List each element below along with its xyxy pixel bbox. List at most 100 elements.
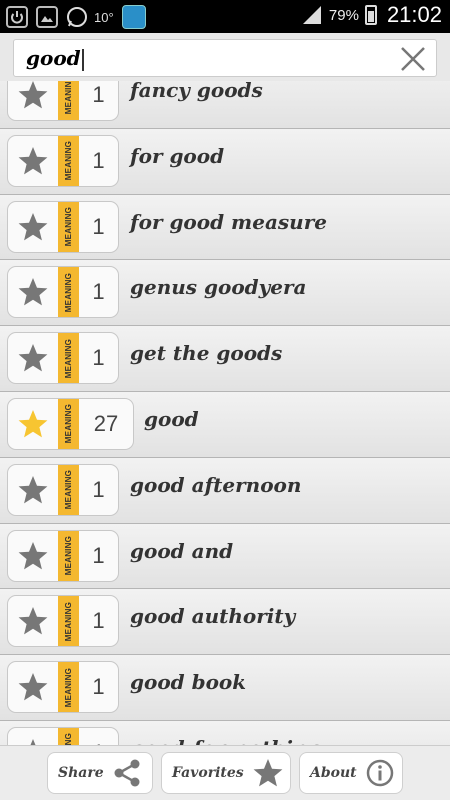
result-row[interactable]: MEANING1 good-for-nothing bbox=[0, 720, 450, 745]
meaning-tag-label: MEANING bbox=[64, 667, 73, 707]
meaning-tag: MEANING bbox=[58, 201, 79, 252]
meaning-tag-label: MEANING bbox=[64, 733, 73, 745]
result-badge: MEANING 1 bbox=[7, 529, 119, 582]
whatsapp-icon bbox=[66, 6, 88, 28]
result-row[interactable]: MEANING 1 genus goodyera bbox=[0, 260, 450, 327]
meaning-tag: MEANING bbox=[58, 662, 79, 713]
star-icon[interactable] bbox=[8, 661, 58, 713]
result-term[interactable]: get the goods bbox=[130, 341, 282, 365]
result-term[interactable]: good afternoon bbox=[130, 473, 301, 497]
result-badge: MEANING 27 bbox=[7, 397, 134, 450]
battery-icon bbox=[364, 5, 377, 25]
clear-search-icon[interactable] bbox=[398, 44, 428, 74]
meaning-tag: MEANING bbox=[58, 81, 79, 120]
share-label: Share bbox=[58, 765, 104, 781]
meaning-count: 1 bbox=[92, 213, 105, 239]
meaning-tag: MEANING bbox=[58, 727, 79, 745]
result-term[interactable]: good and bbox=[130, 539, 233, 563]
meaning-count: 1 bbox=[92, 147, 105, 173]
image-icon bbox=[36, 6, 58, 28]
meaning-count: 1 bbox=[92, 82, 105, 107]
favorite-star-icon[interactable] bbox=[8, 398, 58, 450]
text-caret bbox=[81, 48, 84, 71]
star-icon[interactable] bbox=[8, 135, 58, 187]
meaning-tag: MEANING bbox=[58, 530, 79, 581]
meaning-tag-label: MEANING bbox=[64, 338, 73, 378]
result-row[interactable]: MEANING 1 good authority bbox=[0, 589, 450, 656]
meaning-tag: MEANING bbox=[58, 135, 79, 186]
result-badge: MEANING1 bbox=[7, 726, 119, 745]
meaning-tag-label: MEANING bbox=[64, 601, 73, 641]
star-icon[interactable] bbox=[8, 266, 58, 318]
result-term[interactable]: good bbox=[144, 407, 199, 431]
about-button[interactable]: About bbox=[299, 752, 403, 794]
meaning-tag-label: MEANING bbox=[64, 141, 73, 181]
meaning-tag-label: MEANING bbox=[64, 81, 73, 115]
meaning-tag-label: MEANING bbox=[64, 404, 73, 444]
result-term[interactable]: fancy goods bbox=[130, 81, 263, 102]
result-row[interactable]: MEANING 27 good bbox=[0, 391, 450, 458]
meaning-count: 1 bbox=[92, 674, 105, 700]
search-query[interactable]: good bbox=[26, 46, 84, 71]
star-icon[interactable] bbox=[8, 81, 58, 121]
result-row[interactable]: MEANING 1 for good measure bbox=[0, 194, 450, 261]
search-bar: good bbox=[0, 33, 450, 81]
app-notification-icon bbox=[121, 5, 146, 29]
results-list[interactable]: MEANING 1 fancy goods MEANING 1 for good MEANI… bbox=[0, 81, 450, 745]
star-icon bbox=[253, 759, 283, 787]
result-row[interactable]: MEANING 1 get the goods bbox=[0, 326, 450, 392]
result-term[interactable]: good book bbox=[130, 670, 246, 694]
result-badge: MEANING 1 bbox=[7, 81, 119, 121]
bottom-bar: Share Favorites About bbox=[0, 745, 450, 800]
star-icon[interactable] bbox=[8, 595, 58, 647]
result-term[interactable]: for good bbox=[130, 144, 224, 168]
result-badge: MEANING 1 bbox=[7, 200, 119, 253]
result-term[interactable]: genus goodyera bbox=[130, 275, 307, 299]
meaning-tag: MEANING bbox=[58, 267, 79, 318]
results-list-inner: MEANING 1 fancy goods MEANING 1 for good MEANI… bbox=[0, 81, 450, 745]
result-badge: MEANING 1 bbox=[7, 463, 119, 516]
meaning-tag-label: MEANING bbox=[64, 272, 73, 312]
battery-percent: 79% bbox=[328, 6, 359, 24]
meaning-count: 1 bbox=[92, 279, 105, 305]
result-term[interactable]: good-for-nothing bbox=[130, 736, 322, 745]
meaning-count: 27 bbox=[93, 410, 119, 436]
meaning-count: 1 bbox=[92, 542, 105, 568]
result-row[interactable]: MEANING 1 fancy goods bbox=[0, 81, 450, 129]
clock: 21:02 bbox=[386, 2, 442, 27]
status-bar: 10° 79% 21:02 bbox=[0, 0, 450, 33]
result-badge: MEANING1 bbox=[7, 595, 119, 648]
star-icon[interactable] bbox=[8, 332, 58, 384]
result-badge: MEANING 1 bbox=[7, 332, 119, 385]
result-term[interactable]: for good measure bbox=[130, 210, 327, 234]
meaning-tag-label: MEANING bbox=[64, 207, 73, 247]
meaning-tag: MEANING bbox=[58, 398, 79, 449]
result-row[interactable]: MEANING 1 good and bbox=[0, 523, 450, 590]
meaning-tag: MEANING bbox=[58, 464, 79, 515]
favorites-button[interactable]: Favorites bbox=[161, 752, 291, 794]
star-icon[interactable] bbox=[8, 464, 58, 516]
star-icon[interactable] bbox=[8, 727, 58, 745]
meaning-tag-label: MEANING bbox=[64, 535, 73, 576]
result-badge: MEANING 1 bbox=[7, 266, 119, 319]
favorites-label: Favorites bbox=[172, 765, 244, 781]
share-icon bbox=[114, 759, 140, 787]
share-button[interactable]: Share bbox=[47, 752, 153, 794]
result-row[interactable]: MEANING 1 good book bbox=[0, 655, 450, 721]
result-badge: MEANING 1 bbox=[7, 661, 119, 714]
search-input[interactable]: good bbox=[13, 39, 437, 77]
star-icon[interactable] bbox=[8, 530, 58, 582]
meaning-tag: MEANING bbox=[58, 333, 79, 384]
result-term[interactable]: good authority bbox=[130, 604, 295, 628]
meaning-tag: MEANING bbox=[58, 596, 79, 647]
power-icon bbox=[6, 6, 28, 28]
result-row[interactable]: MEANING 1 for good bbox=[0, 128, 450, 195]
result-row[interactable]: MEANING 1 good afternoon bbox=[0, 457, 450, 524]
result-badge: MEANING 1 bbox=[7, 134, 119, 187]
signal-icon bbox=[302, 6, 321, 24]
about-label: About bbox=[310, 765, 357, 781]
meaning-count: 1 bbox=[92, 345, 105, 371]
meaning-count: 1 bbox=[92, 476, 105, 502]
star-icon[interactable] bbox=[8, 201, 58, 253]
search-query-text: good bbox=[26, 46, 81, 70]
